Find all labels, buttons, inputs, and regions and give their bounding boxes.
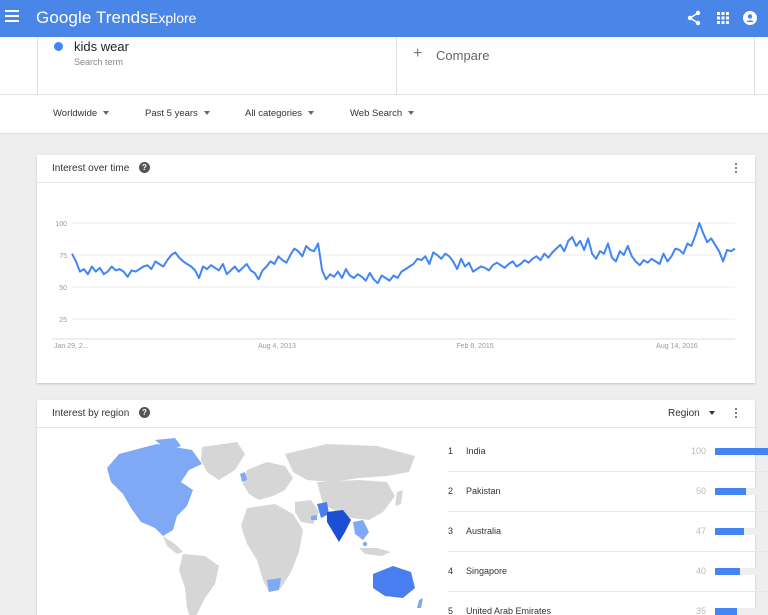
region-rank: 2: [448, 486, 454, 496]
google-trends-logo[interactable]: Google Trends: [36, 8, 149, 28]
region-sort-label: Region: [668, 408, 700, 419]
map-region-new-zealand[interactable]: [417, 598, 423, 608]
region-value: 40: [695, 566, 706, 576]
chevron-down-icon: [103, 111, 110, 116]
apps-icon[interactable]: [714, 9, 732, 27]
region-bar-track: [715, 448, 768, 455]
help-icon[interactable]: ?: [139, 162, 150, 173]
region-bar-track: [715, 568, 768, 575]
search-type-filter-label: Web Search: [350, 108, 403, 119]
compare-label: Compare: [436, 48, 490, 63]
region-row[interactable]: 4 Singapore 40: [448, 552, 768, 592]
y-tick-label: 75: [59, 253, 67, 260]
map-region-southeast-asia[interactable]: [353, 520, 369, 540]
card-title: Interest over time: [52, 163, 130, 174]
region-rank: 4: [448, 566, 454, 576]
search-term-text: kids wear: [74, 39, 129, 54]
chevron-down-icon: [308, 111, 315, 116]
x-tick-label: Aug 4, 2013: [258, 343, 296, 350]
region-bar-track: [715, 488, 768, 495]
map-region-africa[interactable]: [241, 504, 303, 592]
map-region-middle-east[interactable]: [295, 500, 319, 524]
map-region-indonesia[interactable]: [359, 548, 391, 556]
menu-icon[interactable]: [5, 10, 19, 24]
map-region-europe[interactable]: [243, 462, 293, 500]
region-rank: 3: [448, 526, 454, 536]
filter-bar: Worldwide Past 5 years All categories We…: [0, 94, 768, 134]
map-region-central-america[interactable]: [163, 536, 183, 554]
map-region-russia[interactable]: [285, 444, 415, 482]
map-region-north-america[interactable]: [107, 444, 202, 536]
x-tick-label: Aug 14, 2016: [656, 343, 698, 350]
chevron-down-icon: [709, 411, 716, 416]
map-region-south-america[interactable]: [179, 554, 219, 615]
location-filter[interactable]: Worldwide: [53, 108, 110, 119]
x-tick-label: Feb 8, 2015: [456, 343, 493, 350]
interest-by-region-card: Interest by region ? Region 1 India 100 …: [37, 400, 768, 615]
region-bar-track: [715, 608, 768, 615]
category-filter-label: All categories: [245, 108, 303, 119]
region-name: Australia: [466, 526, 502, 536]
world-map[interactable]: [97, 432, 427, 615]
location-filter-label: Worldwide: [53, 108, 98, 119]
search-type-filter[interactable]: Web Search: [350, 108, 415, 119]
y-tick-label: 50: [59, 285, 67, 292]
help-icon[interactable]: ?: [139, 407, 150, 418]
chevron-down-icon: [203, 111, 210, 116]
card-header: Interest by region ? Region: [37, 400, 755, 428]
explore-nav-link[interactable]: Explore: [149, 10, 196, 26]
x-tick-label: Jan 29, 2...: [54, 343, 89, 350]
search-term-type: Search term: [74, 57, 124, 67]
map-region-australia[interactable]: [373, 566, 415, 598]
region-bar-fill: [715, 488, 746, 495]
card-title: Interest by region: [52, 408, 130, 419]
time-range-filter[interactable]: Past 5 years: [145, 108, 210, 119]
region-value: 100: [690, 446, 706, 456]
region-row[interactable]: 3 Australia 47: [448, 512, 768, 552]
region-bar-fill: [715, 568, 740, 575]
region-sort-dropdown[interactable]: Region: [668, 408, 716, 419]
more-options-icon[interactable]: [734, 408, 738, 422]
category-filter[interactable]: All categories: [245, 108, 315, 119]
region-value: 35: [695, 606, 706, 615]
region-rank: 1: [448, 446, 454, 456]
region-name: United Arab Emirates: [466, 606, 552, 615]
interest-over-time-chart[interactable]: 100 75 50 25 Jan 29, 2... Aug 4, 2013 Feb 8, 2…: [37, 183, 755, 383]
region-value: 47: [695, 526, 706, 536]
region-value: 50: [695, 486, 706, 496]
share-icon[interactable]: [685, 9, 703, 27]
add-icon: +: [413, 45, 423, 62]
compare-card[interactable]: + Compare: [398, 37, 755, 94]
map-region-south-africa[interactable]: [267, 578, 281, 592]
card-header: Interest over time ?: [37, 155, 755, 183]
region-name: India: [466, 446, 486, 456]
region-bar-track: [715, 528, 768, 535]
region-bar-fill: [715, 608, 737, 615]
map-region-greenland[interactable]: [201, 442, 245, 480]
map-region-japan[interactable]: [395, 490, 403, 506]
time-range-filter-label: Past 5 years: [145, 108, 198, 119]
region-row[interactable]: 2 Pakistan 50: [448, 472, 768, 512]
map-region-singapore[interactable]: [362, 541, 368, 547]
y-tick-label: 100: [55, 221, 67, 228]
y-tick-label: 25: [59, 317, 67, 324]
top-app-bar: Google Trends Explore: [0, 0, 768, 37]
region-bar-fill: [715, 448, 768, 455]
region-bar-fill: [715, 528, 745, 535]
interest-over-time-card: Interest over time ? 100 75 50 25 Jan 29, 2.…: [37, 155, 755, 383]
region-row[interactable]: 1 India 100: [448, 432, 768, 472]
chevron-down-icon: [408, 111, 415, 116]
more-options-icon[interactable]: [734, 163, 738, 177]
region-name: Singapore: [466, 566, 508, 576]
series-line-kids-wear[interactable]: [71, 222, 736, 285]
region-row[interactable]: 5 United Arab Emirates 35: [448, 592, 768, 615]
region-rank: 5: [448, 606, 454, 615]
series-color-dot: [54, 42, 63, 51]
search-term-card[interactable]: kids wear Search term: [37, 37, 397, 94]
region-name: Pakistan: [466, 486, 501, 496]
account-icon[interactable]: [741, 9, 759, 27]
